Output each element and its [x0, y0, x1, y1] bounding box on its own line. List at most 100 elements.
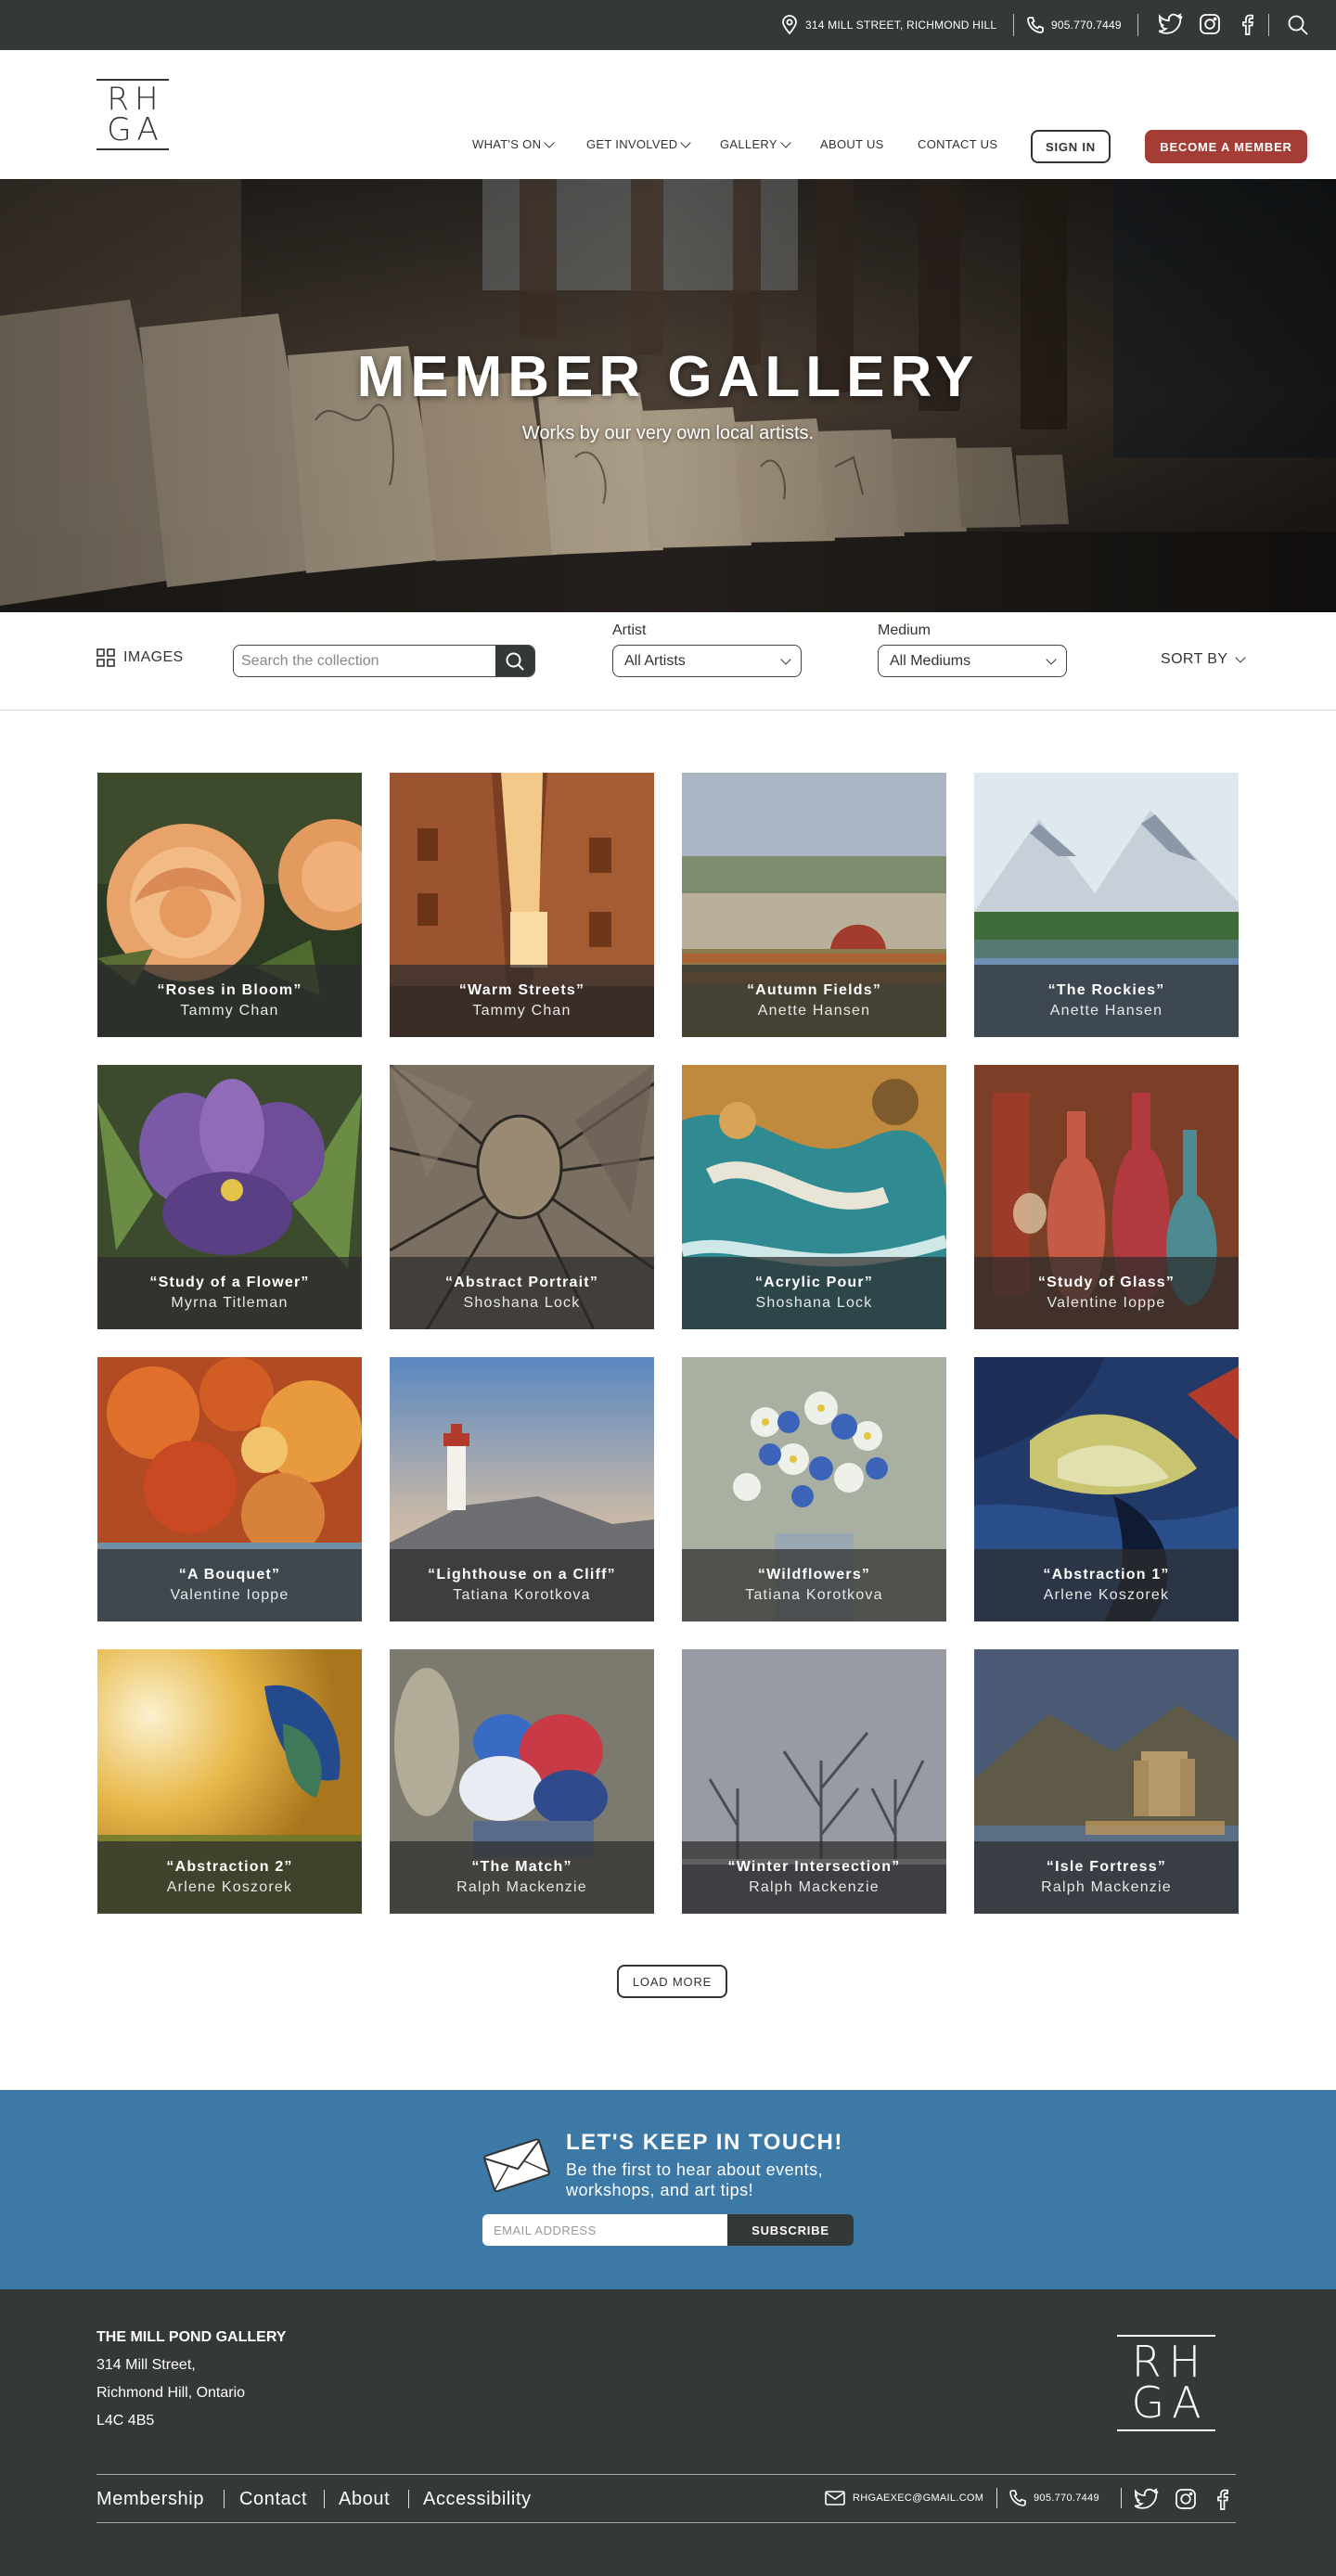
divider	[1137, 14, 1138, 36]
artwork-caption: “The Match” Ralph Mackenzie	[390, 1841, 654, 1914]
artwork-artist: Myrna Titleman	[171, 1295, 289, 1311]
artwork-artist: Ralph Mackenzie	[456, 1879, 587, 1895]
artwork-caption: “Warm Streets” Tammy Chan	[390, 965, 654, 1037]
top-bar: 314 MILL STREET, RICHMOND HILL 905.770.7…	[0, 0, 1336, 50]
artwork-artist: Tatiana Korotkova	[453, 1587, 591, 1603]
footer-link-about[interactable]: About	[339, 2489, 390, 2510]
nav-about-us[interactable]: ABOUT US	[820, 137, 884, 151]
artwork-title: “Study of a Flower”	[149, 1275, 310, 1290]
artwork-title: “Abstraction 2”	[166, 1859, 293, 1875]
twitter-icon[interactable]	[1155, 13, 1183, 40]
gallery-item[interactable]: “Isle Fortress” Ralph Mackenzie	[974, 1649, 1239, 1914]
gallery-item[interactable]: “Autumn Fields” Anette Hansen	[682, 773, 946, 1037]
footer-email-link[interactable]: RHGAEXEC@GMAIL.COM	[825, 2487, 983, 2509]
artist-select-value: All Artists	[624, 652, 686, 669]
instagram-icon[interactable]	[1175, 2488, 1197, 2515]
gallery-item[interactable]: “The Rockies” Anette Hansen	[974, 773, 1239, 1037]
nav-contact-us[interactable]: CONTACT US	[918, 137, 997, 151]
artwork-title: “Isle Fortress”	[1046, 1859, 1167, 1875]
footer-link-accessibility[interactable]: Accessibility	[423, 2489, 532, 2510]
logo-letters: RH GA	[101, 81, 164, 148]
gallery-item[interactable]: “Lighthouse on a Cliff” Tatiana Korotkov…	[390, 1357, 654, 1621]
artwork-artist: Anette Hansen	[1049, 1003, 1163, 1019]
nav-whats-on[interactable]: WHAT'S ON	[472, 136, 555, 151]
footer-phone-text: 905.770.7449	[1034, 2493, 1099, 2504]
nav-label: ABOUT US	[820, 137, 884, 151]
footer-logo[interactable]: RH GA	[1117, 2327, 1215, 2439]
mail-icon	[825, 2491, 845, 2506]
divider	[324, 2490, 325, 2508]
artwork-title: “Roses in Bloom”	[157, 982, 302, 998]
phone-link[interactable]: 905.770.7449	[1026, 0, 1122, 50]
images-view-toggle[interactable]: IMAGES	[96, 648, 184, 667]
artist-filter-label: Artist	[612, 622, 647, 638]
load-more-button[interactable]: LOAD MORE	[617, 1965, 727, 1998]
gallery-item[interactable]: “Warm Streets” Tammy Chan	[390, 773, 654, 1037]
sort-by-dropdown[interactable]: SORT BY	[1161, 651, 1247, 668]
twitter-icon[interactable]	[1132, 2488, 1159, 2515]
facebook-icon[interactable]	[1214, 2488, 1229, 2515]
medium-filter-label: Medium	[878, 622, 931, 638]
gallery-item[interactable]: “Abstract Portrait” Shoshana Lock	[390, 1065, 654, 1329]
chevron-down-icon	[1235, 652, 1247, 663]
logo-line-1: RH	[107, 81, 164, 119]
site-logo[interactable]: RH GA	[96, 73, 169, 156]
instagram-icon[interactable]	[1199, 13, 1221, 40]
grid-icon	[96, 648, 115, 667]
email-field[interactable]	[482, 2214, 727, 2246]
nav-gallery[interactable]: GALLERY	[720, 136, 791, 151]
footer-phone-link[interactable]: 905.770.7449	[1008, 2487, 1099, 2509]
page-subtitle: Works by our very own local artists.	[521, 423, 815, 443]
logo-rule	[96, 147, 169, 150]
footer-postal-code: L4C 4B5	[96, 2413, 155, 2429]
footer-divider	[96, 2522, 1236, 2523]
site-header	[0, 50, 1336, 179]
artwork-artist: Tammy Chan	[472, 1003, 572, 1019]
address-text: 314 MILL STREET, RICHMOND HILL	[805, 19, 997, 32]
gallery-item[interactable]: “The Match” Ralph Mackenzie	[390, 1649, 654, 1914]
gallery-item[interactable]: “Acrylic Pour” Shoshana Lock	[682, 1065, 946, 1329]
newsletter-text: Be the first to hear about events, works…	[566, 2160, 824, 2199]
artwork-title: “Winter Intersection”	[727, 1859, 901, 1875]
location-pin-icon	[781, 15, 798, 35]
artwork-title: “Acrylic Pour”	[754, 1275, 874, 1290]
facebook-icon[interactable]	[1240, 13, 1254, 40]
artwork-caption: “Study of a Flower” Myrna Titleman	[97, 1257, 362, 1329]
artwork-caption: “Isle Fortress” Ralph Mackenzie	[974, 1841, 1239, 1914]
artwork-artist: Arlene Koszorek	[1043, 1587, 1170, 1603]
logo-rule	[1117, 2429, 1215, 2431]
search-icon[interactable]	[1287, 14, 1309, 41]
gallery-item[interactable]: “Abstraction 2” Arlene Koszorek	[97, 1649, 362, 1914]
nav-label: GET INVOLVED	[586, 137, 678, 151]
nav-get-involved[interactable]: GET INVOLVED	[586, 136, 692, 151]
divider	[224, 2490, 225, 2508]
gallery-item[interactable]: “Study of Glass” Valentine Ioppe	[974, 1065, 1239, 1329]
search-input[interactable]	[234, 646, 495, 676]
gallery-item[interactable]: “Roses in Bloom” Tammy Chan	[97, 773, 362, 1037]
become-member-button[interactable]: BECOME A MEMBER	[1145, 130, 1307, 163]
gallery-item[interactable]: “Study of a Flower” Myrna Titleman	[97, 1065, 362, 1329]
gallery-item[interactable]: “Abstraction 1” Arlene Koszorek	[974, 1357, 1239, 1621]
artwork-title: “The Rockies”	[1047, 982, 1165, 998]
footer-link-membership[interactable]: Membership	[96, 2489, 204, 2510]
sign-in-button[interactable]: SIGN IN	[1031, 130, 1111, 163]
artwork-caption: “The Rockies” Anette Hansen	[974, 965, 1239, 1037]
medium-select[interactable]: All Mediums	[878, 645, 1067, 677]
gallery-item[interactable]: “A Bouquet” Valentine Ioppe	[97, 1357, 362, 1621]
artist-select[interactable]: All Artists	[612, 645, 802, 677]
artwork-title: “Autumn Fields”	[746, 982, 882, 998]
nav-label: GALLERY	[720, 137, 777, 151]
address-link[interactable]: 314 MILL STREET, RICHMOND HILL	[781, 0, 996, 50]
artwork-title: “Study of Glass”	[1037, 1275, 1175, 1290]
artwork-title: “Abstract Portrait”	[444, 1275, 599, 1290]
footer-link-contact[interactable]: Contact	[239, 2489, 307, 2510]
gallery-item[interactable]: “Wildflowers” Tatiana Korotkova	[682, 1357, 946, 1621]
subscribe-button[interactable]: SUBSCRIBE	[727, 2214, 854, 2246]
search-button[interactable]	[495, 646, 534, 676]
chevron-down-icon	[544, 136, 555, 148]
artwork-artist: Anette Hansen	[757, 1003, 871, 1019]
divider	[996, 2488, 997, 2508]
artwork-title: “Wildflowers”	[757, 1567, 871, 1583]
gallery-item[interactable]: “Winter Intersection” Ralph Mackenzie	[682, 1649, 946, 1914]
search-icon	[505, 651, 525, 672]
